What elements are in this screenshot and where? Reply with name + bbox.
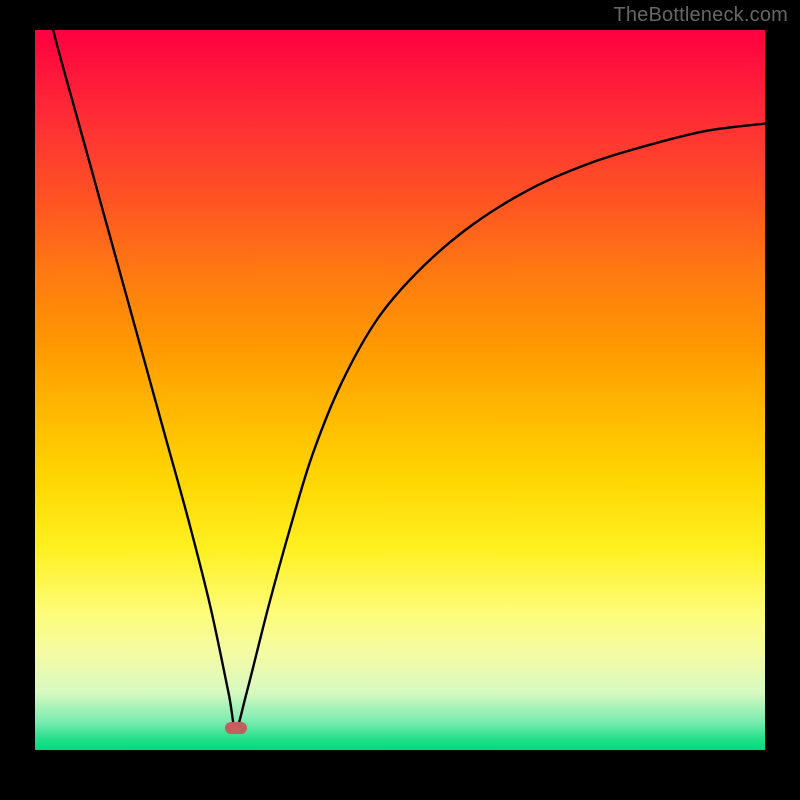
- plot-area: [35, 30, 765, 750]
- minimum-marker: [225, 722, 247, 734]
- curve-svg: [35, 30, 765, 750]
- bottleneck-curve: [35, 30, 765, 728]
- watermark-text: TheBottleneck.com: [613, 4, 788, 27]
